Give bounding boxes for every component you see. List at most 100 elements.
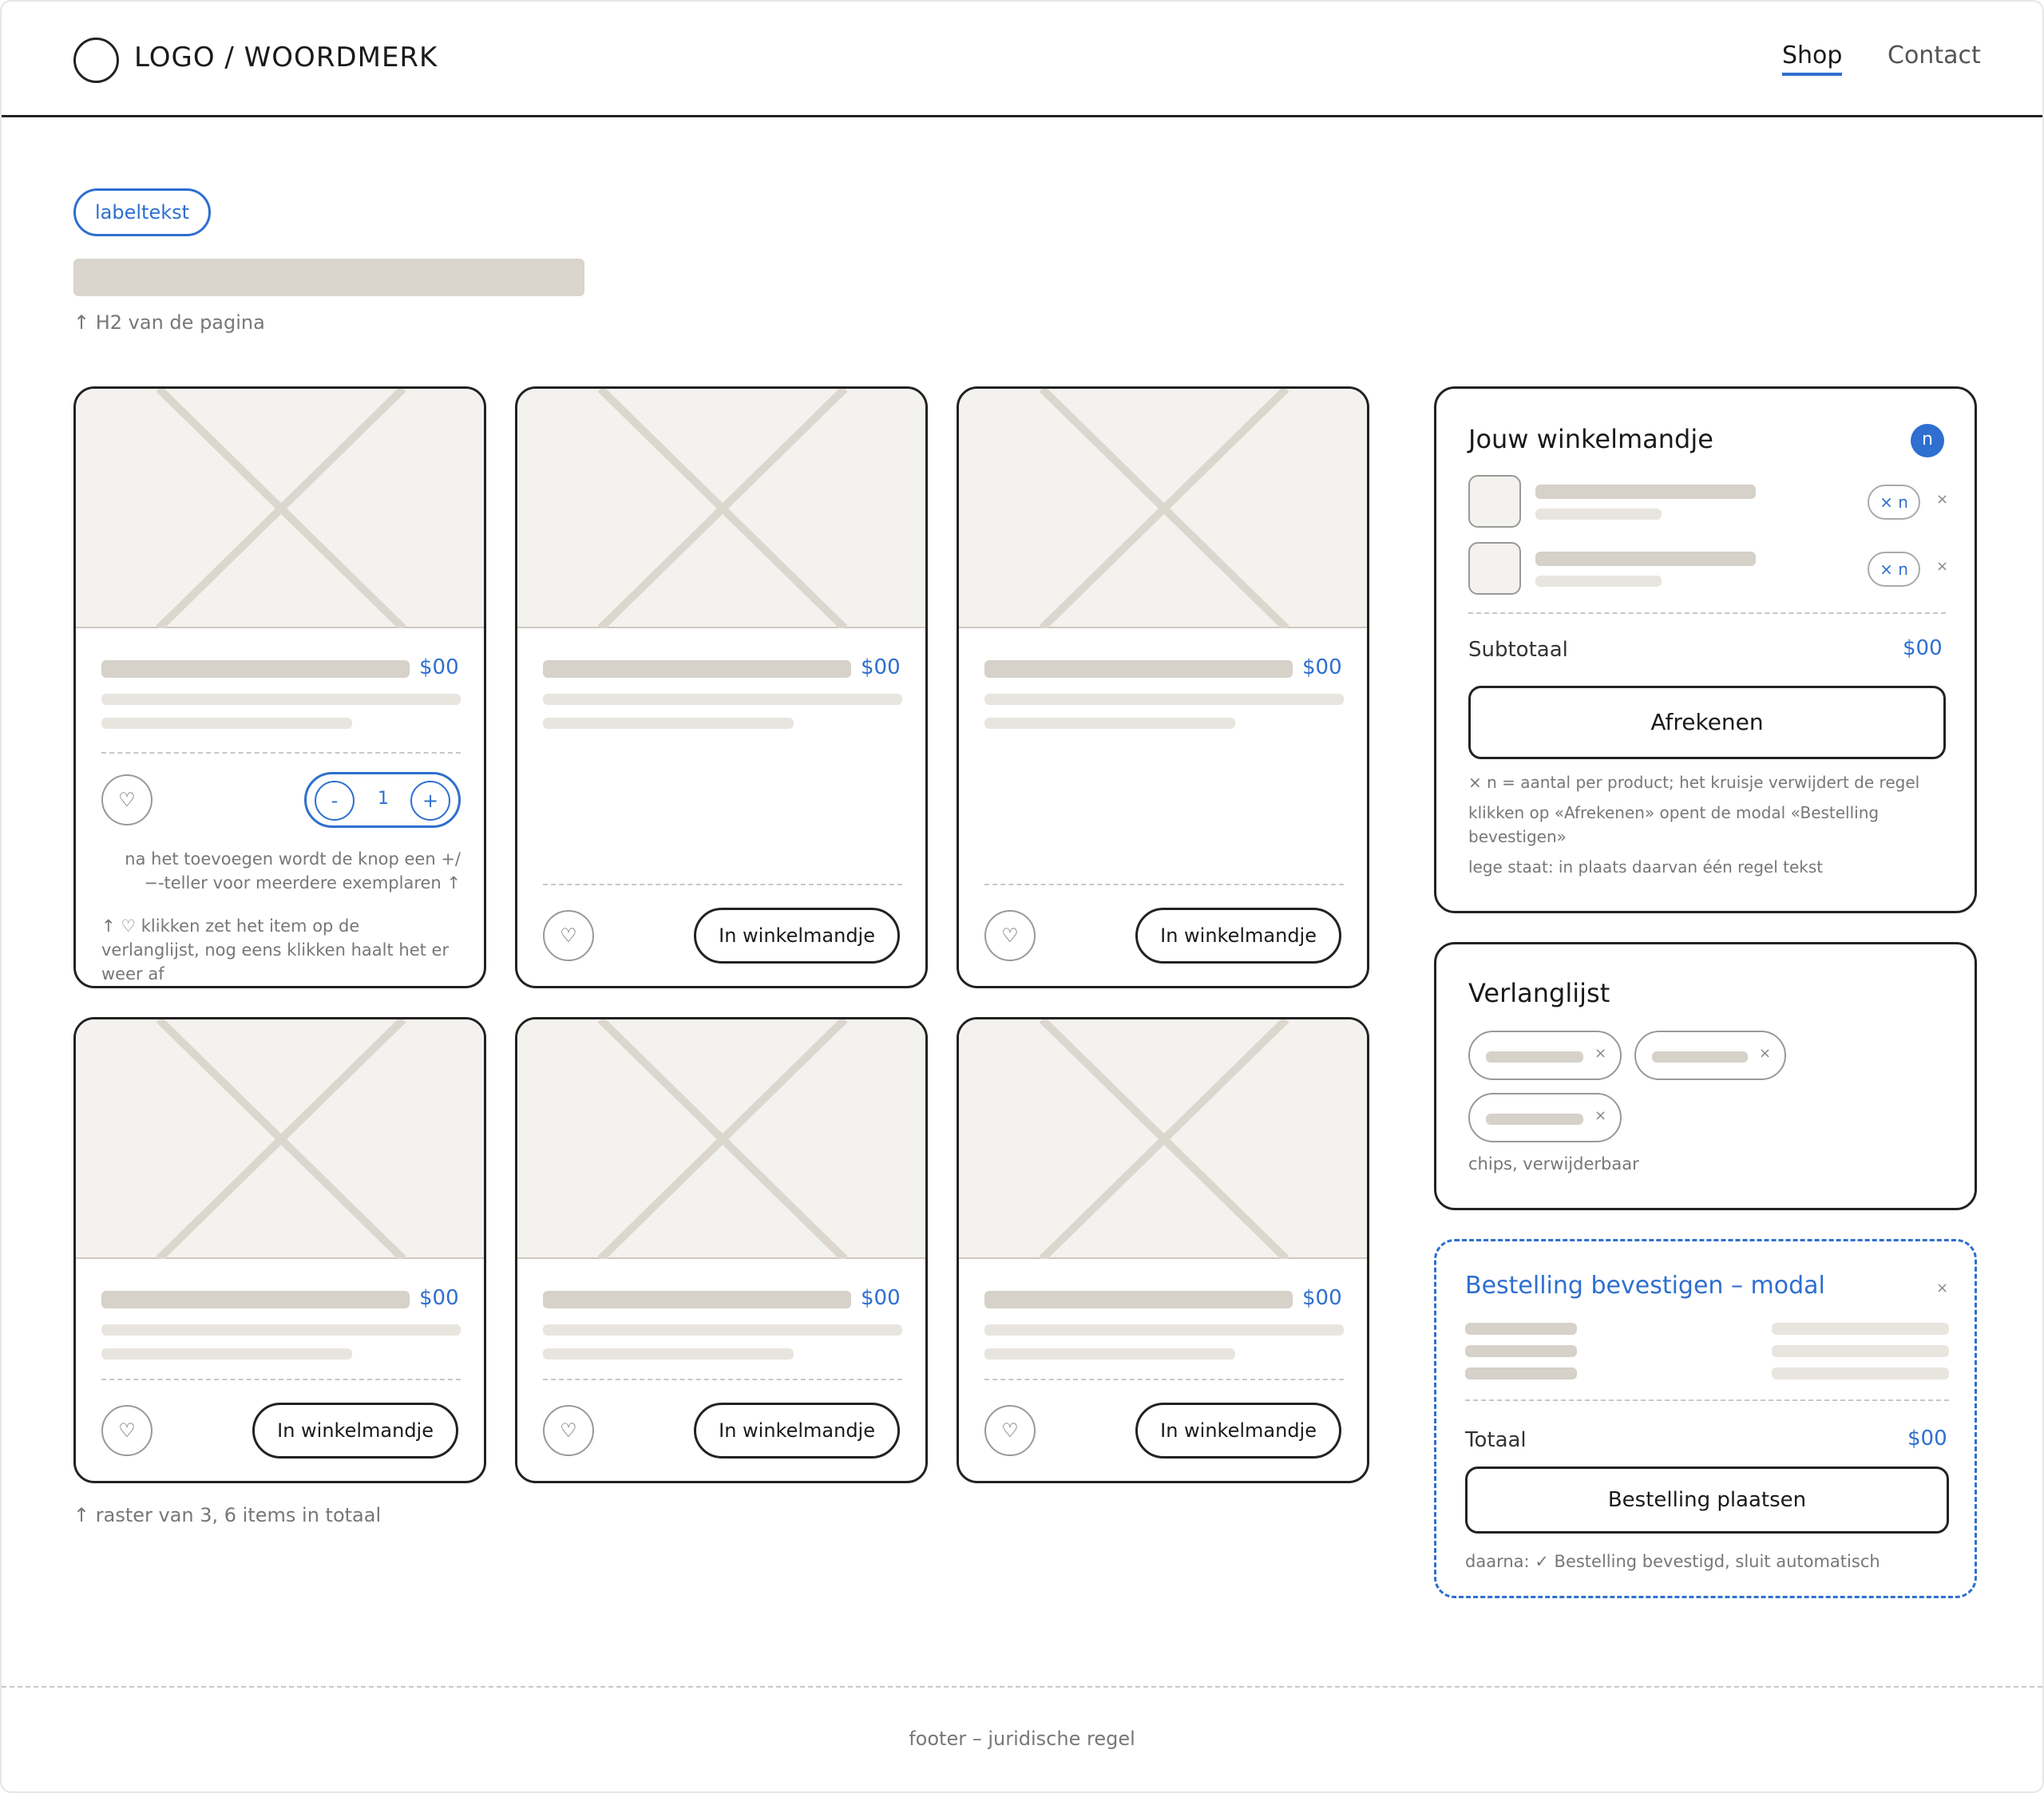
card-divider <box>101 1379 461 1380</box>
wishlist-heart-icon[interactable]: ♡ <box>101 774 153 825</box>
product-desc-placeholder <box>984 694 1344 705</box>
product-card[interactable]: $00 ♡ - 1 + na het toevoegen wordt de kn… <box>73 386 486 988</box>
total-value: $00 <box>1907 1427 1947 1451</box>
image-placeholder-cross-icon <box>597 1019 848 1259</box>
cart-item-qty[interactable]: × n <box>1868 552 1920 587</box>
chip-remove-icon[interactable]: × <box>1759 1045 1771 1062</box>
product-desc-placeholder <box>984 1324 1344 1336</box>
site-header: LOGO / WOORDMERK Shop Contact <box>2 2 2042 117</box>
card-divider <box>543 1379 902 1380</box>
wishlist-heart-icon[interactable]: ♡ <box>101 1405 153 1456</box>
divider <box>1465 1399 1949 1401</box>
product-desc-placeholder <box>984 718 1235 729</box>
product-card[interactable]: $00 ♡ In winkelmandje <box>73 1017 486 1483</box>
wishlist-chip[interactable]: × <box>1468 1031 1622 1080</box>
product-image-placeholder[interactable] <box>959 1019 1367 1259</box>
cart-panel: Jouw winkelmandje n × n × × n × Subtotaa… <box>1434 386 1977 913</box>
wishlist-chip[interactable]: × <box>1634 1031 1786 1080</box>
chip-remove-icon[interactable]: × <box>1594 1045 1606 1062</box>
add-to-cart-button[interactable]: In winkelmandje <box>1135 1403 1341 1459</box>
wishlist-heart-icon[interactable]: ♡ <box>984 910 1036 961</box>
wishlist-note: chips, verwijderbaar <box>1468 1154 1639 1174</box>
wishlist-chip[interactable]: × <box>1468 1093 1622 1142</box>
product-desc-placeholder <box>543 1348 794 1360</box>
cart-item-thumb <box>1468 475 1521 528</box>
footer-divider <box>2 1686 2042 1688</box>
summary-value-placeholder <box>1772 1368 1949 1379</box>
product-image-placeholder[interactable] <box>517 389 925 628</box>
card-divider <box>984 884 1344 885</box>
logo-icon[interactable] <box>73 38 119 83</box>
wishlist-heart-icon[interactable]: ♡ <box>543 910 594 961</box>
place-order-button[interactable]: Bestelling plaatsen <box>1465 1466 1949 1534</box>
label-pill: labeltekst <box>73 188 212 236</box>
chip-label-placeholder <box>1486 1051 1583 1063</box>
product-card[interactable]: $00 ♡ In winkelmandje <box>515 386 928 988</box>
product-desc-placeholder <box>543 1324 902 1336</box>
cart-item-meta-placeholder <box>1535 576 1662 587</box>
cart-item-remove-icon[interactable]: × <box>1936 558 1948 575</box>
product-name-placeholder <box>984 660 1293 678</box>
product-name-placeholder <box>984 1291 1293 1308</box>
product-card[interactable]: $00 ♡ In winkelmandje <box>515 1017 928 1483</box>
cart-note-3: lege staat: in plaats daarvan één regel … <box>1468 857 1824 877</box>
subtotal-value: $00 <box>1903 636 1943 660</box>
quantity-stepper[interactable]: - 1 + <box>304 772 461 828</box>
modal-close-icon[interactable]: × <box>1936 1280 1948 1296</box>
product-desc-placeholder <box>101 1324 461 1336</box>
product-image-placeholder[interactable] <box>959 389 1367 628</box>
add-to-cart-button[interactable]: In winkelmandje <box>694 1403 900 1459</box>
product-price: $00 <box>419 1286 459 1310</box>
logo-wordmark[interactable]: LOGO / WOORDMERK <box>134 42 438 73</box>
wishlist-heart-icon[interactable]: ♡ <box>984 1405 1036 1456</box>
chip-label-placeholder <box>1486 1114 1583 1125</box>
chip-remove-icon[interactable]: × <box>1594 1107 1606 1124</box>
cart-item-name-placeholder <box>1535 552 1756 566</box>
product-card[interactable]: $00 ♡ In winkelmandje <box>957 386 1369 988</box>
confirm-order-modal: Bestelling bevestigen – modal × Totaal $… <box>1434 1239 1977 1598</box>
checkout-button[interactable]: Afrekenen <box>1468 686 1946 759</box>
divider <box>1468 612 1946 614</box>
cart-item-qty[interactable]: × n <box>1868 485 1920 520</box>
product-card[interactable]: $00 ♡ In winkelmandje <box>957 1017 1369 1483</box>
product-name-placeholder <box>101 1291 410 1308</box>
product-price: $00 <box>861 1286 901 1310</box>
card-divider <box>101 752 461 754</box>
add-to-cart-button[interactable]: In winkelmandje <box>252 1403 458 1459</box>
product-desc-placeholder <box>101 718 352 729</box>
cart-item-name-placeholder <box>1535 485 1756 499</box>
cart-item-meta-placeholder <box>1535 509 1662 520</box>
summary-label-placeholder <box>1465 1323 1577 1335</box>
cart-title: Jouw winkelmandje <box>1468 424 1713 454</box>
summary-label-placeholder <box>1465 1345 1577 1357</box>
h2-annotation: ↑ H2 van de pagina <box>73 311 265 334</box>
product-name-placeholder <box>101 660 410 678</box>
product-image-placeholder[interactable] <box>76 389 484 628</box>
product-desc-placeholder <box>101 694 461 705</box>
product-price: $00 <box>861 655 901 679</box>
add-to-cart-button[interactable]: In winkelmandje <box>1135 908 1341 964</box>
wishlist-annotation: ↑ ♡ klikken zet het item op de verlangli… <box>101 916 450 984</box>
product-price: $00 <box>419 655 459 679</box>
add-to-cart-button[interactable]: In winkelmandje <box>694 908 900 964</box>
product-desc-placeholder <box>543 718 794 729</box>
summary-label-placeholder <box>1465 1368 1577 1379</box>
nav-shop[interactable]: Shop <box>1782 42 1843 76</box>
plus-button[interactable]: + <box>410 781 450 821</box>
image-placeholder-cross-icon <box>597 389 848 628</box>
product-desc-placeholder <box>101 1348 352 1360</box>
product-image-placeholder[interactable] <box>517 1019 925 1259</box>
wishlist-title: Verlanglijst <box>1468 978 1610 1008</box>
nav-contact[interactable]: Contact <box>1888 42 1981 69</box>
minus-button[interactable]: - <box>315 781 355 821</box>
stepper-annotation: na het toevoegen wordt de knop een +/−-t… <box>125 849 461 893</box>
summary-value-placeholder <box>1772 1323 1949 1335</box>
quantity-value: 1 <box>378 789 389 809</box>
cart-item-remove-icon[interactable]: × <box>1936 491 1948 508</box>
wishlist-heart-icon[interactable]: ♡ <box>543 1405 594 1456</box>
grid-annotation: ↑ raster van 3, 6 items in totaal <box>73 1504 382 1526</box>
footer-text: footer – juridische regel <box>909 1728 1135 1750</box>
subtotal-label: Subtotaal <box>1468 638 1568 662</box>
wishlist-panel: Verlanglijst × × × chips, verwijderbaar <box>1434 942 1977 1210</box>
product-image-placeholder[interactable] <box>76 1019 484 1259</box>
